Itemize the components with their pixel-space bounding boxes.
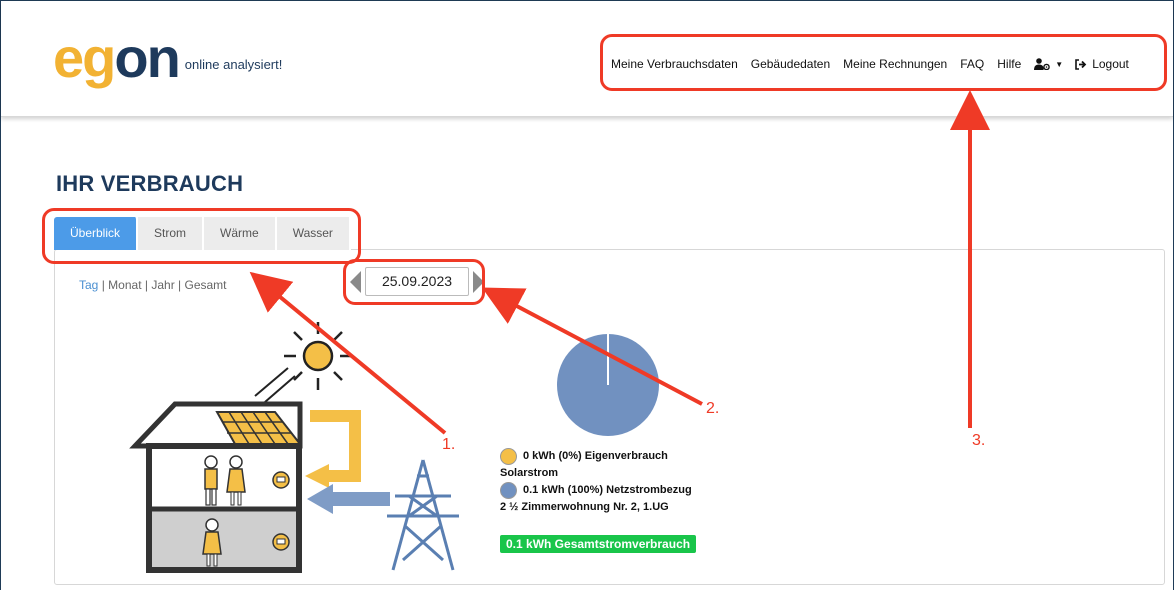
logout-label: Logout (1092, 57, 1129, 71)
period-gesamt-link[interactable]: Gesamt (185, 278, 227, 292)
logo-tagline: online analysiert! (184, 57, 283, 72)
annotation-label-3: 3. (972, 432, 986, 449)
tab-bar: Überblick Strom Wärme Wasser (54, 217, 351, 250)
logout-link[interactable]: Logout (1075, 57, 1129, 71)
grid-flow-arrow (307, 484, 390, 514)
consumption-pie-chart (557, 334, 659, 436)
period-tag-link[interactable]: Tag (79, 278, 98, 292)
annotation-label-1: 1. (442, 436, 456, 453)
period-selector: Tag | Monat | Jahr | Gesamt (79, 278, 227, 292)
solar-flow-arrow (305, 410, 361, 488)
header: egon online analysiert! Meine Verbrauchs… (1, 1, 1173, 117)
nav-item-gebaeudedaten[interactable]: Gebäudedaten (751, 57, 830, 71)
chart-legend: 0 kWh (0%) Eigenverbrauch Solarstrom 0.1… (500, 448, 692, 516)
page-title: IHR VERBRAUCH (56, 171, 244, 196)
tab-strom[interactable]: Strom (138, 217, 205, 250)
legend-grid-label: 0.1 kWh (100%) Netzstrombezug (523, 484, 692, 496)
tab-waerme[interactable]: Wärme (204, 217, 277, 250)
annotation-label-2: 2. (706, 400, 720, 417)
prev-date-button[interactable] (350, 270, 361, 293)
period-jahr-link[interactable]: Jahr (151, 278, 174, 292)
chevron-down-icon: ▼ (1055, 59, 1064, 69)
logo[interactable]: egon online analysiert! (53, 26, 283, 89)
period-separator: | (144, 278, 148, 292)
tab-wasser[interactable]: Wasser (276, 217, 351, 250)
nav-item-hilfe[interactable]: Hilfe (997, 57, 1021, 71)
user-gear-icon (1034, 58, 1051, 70)
tab-ueberblick[interactable]: Überblick (54, 217, 139, 250)
period-separator: | (101, 278, 105, 292)
period-monat-link[interactable]: Monat (108, 278, 141, 292)
power-tower-icon (387, 459, 459, 571)
legend-solar-label: 0 kWh (0%) Eigenverbrauch (523, 450, 668, 462)
logo-mark: egon (53, 26, 181, 89)
nav-item-rechnungen[interactable]: Meine Rechnungen (843, 57, 947, 71)
legend-solar-label-cont: Solarstrom (500, 467, 559, 479)
unit-label: 2 ½ Zimmerwohnung Nr. 2, 1.UG (500, 501, 669, 513)
user-menu-button[interactable]: ▼ (1034, 58, 1063, 70)
legend-item-solar: 0 kWh (0%) Eigenverbrauch (500, 448, 692, 465)
legend-item-grid: 0.1 kWh (100%) Netzstrombezug (500, 482, 692, 499)
legend-swatch-grid (500, 482, 517, 499)
legend-swatch-solar (500, 448, 517, 465)
house-solar-illustration (129, 322, 459, 573)
sign-out-icon (1075, 58, 1087, 70)
next-date-button[interactable] (473, 270, 484, 293)
nav-item-verbrauchsdaten[interactable]: Meine Verbrauchsdaten (611, 57, 738, 71)
house-icon (129, 401, 303, 573)
main-nav: Meine Verbrauchsdaten Gebäudedaten Meine… (611, 57, 1129, 71)
date-navigator: 25.09.2023 (350, 267, 484, 296)
nav-item-faq[interactable]: FAQ (960, 57, 984, 71)
date-field[interactable]: 25.09.2023 (365, 267, 469, 296)
total-consumption-badge: 0.1 kWh Gesamtstromverbrauch (500, 535, 697, 553)
sun-icon (284, 322, 352, 390)
period-separator: | (178, 278, 182, 292)
